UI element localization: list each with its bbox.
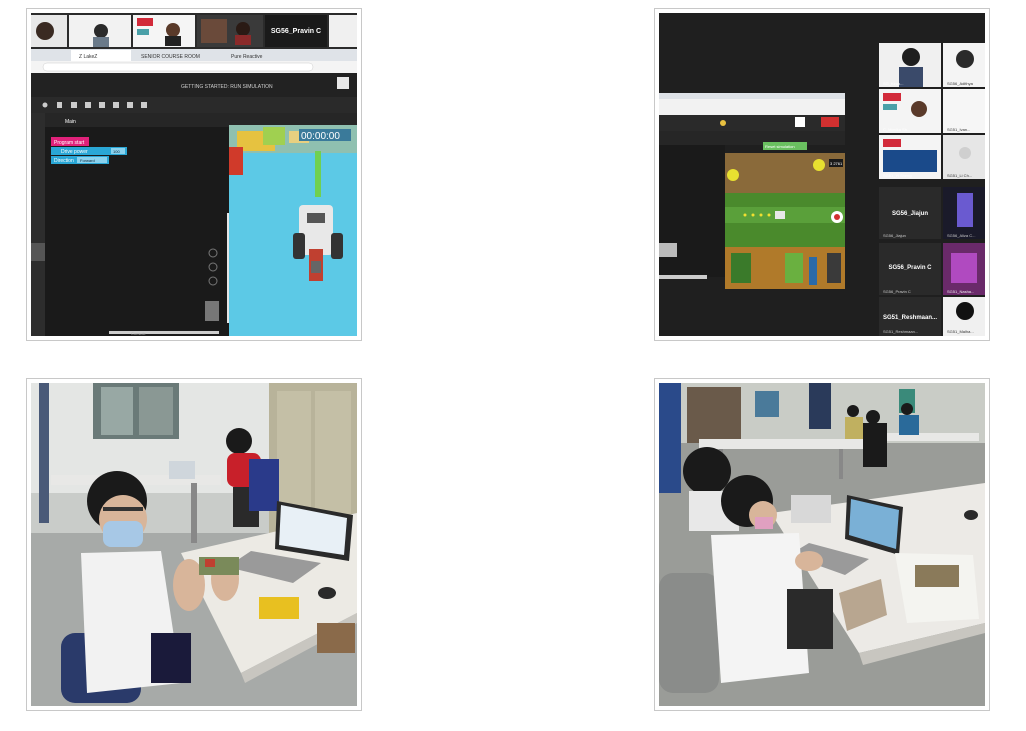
tile-name: SG56_Aliza C... xyxy=(947,233,975,238)
photo-students-at-laptop xyxy=(659,383,985,706)
tile-name: SG51_Malha... xyxy=(947,329,974,334)
participant-tile: SG51_Reshmaan... SG51_Reshmaan... xyxy=(879,297,941,336)
participant-tile: C_Monika Sh... xyxy=(879,89,941,133)
block-drive[interactable]: Drive power xyxy=(61,149,88,155)
participant-tile: SG51_Malha... xyxy=(943,297,985,336)
browser-tab-label[interactable]: Pure Reactive xyxy=(231,54,263,60)
participant-tile: SG56_Aliza C... xyxy=(943,187,985,239)
footer-label: Console xyxy=(131,331,146,336)
participant-tile: SG51_Yi Sheng xyxy=(879,135,941,179)
tile-name: SG56_Jiajun xyxy=(883,233,906,238)
block-program-start[interactable]: Program start xyxy=(54,140,85,146)
toolbar-title: GETTING STARTED: RUN SIMULATION xyxy=(181,84,273,90)
speaker-tile: SG56_Pravin C xyxy=(265,15,327,47)
tile-big-name: SG56_Jiajun xyxy=(892,211,928,217)
participant-tile: SG51_Li Ch... xyxy=(943,135,985,179)
photo-frame-top-left: SG56_Pravin C Z LakeZ SENIOR COURSE ROOM… xyxy=(26,8,362,341)
timer: 00:00:00 xyxy=(301,131,340,142)
photo-frame-top-right: Reset simulation 3 2761 SG_Kiruk... SG56… xyxy=(654,8,990,341)
tile-name: SG_Kiruk... xyxy=(883,81,903,86)
participant-tile: SG56_Jiajun SG56_Jiajun xyxy=(879,187,941,239)
participant-tile: SG_Kiruk... xyxy=(879,43,941,87)
tile-name: SG56_Adithya xyxy=(947,81,974,86)
tile-big-name: SG56_Pravin C xyxy=(888,265,932,271)
tile-name: SG51_Nasha... xyxy=(947,289,974,294)
screenshot-coding-simulation: SG56_Pravin C Z LakeZ SENIOR COURSE ROOM… xyxy=(31,13,357,336)
photo-frame-bottom-left xyxy=(26,378,362,711)
tile-big-name: SG51_Reshmaan... xyxy=(883,315,937,321)
participant-tile xyxy=(31,15,67,47)
block-direction-value[interactable]: Forward xyxy=(80,158,95,163)
browser-tab-label[interactable]: Z LakeZ xyxy=(79,54,97,60)
photo-student-with-robot xyxy=(31,383,357,706)
tile-name: SG51_Reshmaan... xyxy=(883,329,918,334)
participant-tile: SG51_Ivan... xyxy=(943,89,985,133)
browser-tab-label[interactable]: SENIOR COURSE ROOM xyxy=(141,54,200,60)
participant-tile xyxy=(133,15,195,47)
participant-tile: SG51_Nasha... xyxy=(943,243,985,295)
participant-tile xyxy=(197,15,263,47)
screenshot-zoom-gallery: Reset simulation 3 2761 SG_Kiruk... SG56… xyxy=(659,13,985,336)
panel-tab[interactable]: Main xyxy=(65,119,76,125)
tile-name: SG56_Pravin C xyxy=(883,289,911,294)
run-button[interactable]: Reset simulation xyxy=(765,144,795,149)
participant-tile: SG56_Adithya xyxy=(943,43,985,87)
tile-name: SG51_Ivan... xyxy=(947,127,970,132)
speaker-name: SG56_Pravin C xyxy=(271,28,321,35)
tile-name: SG51_Yi Sheng xyxy=(883,173,912,178)
block-power-value[interactable]: 100 xyxy=(113,149,120,154)
tile-name: SG51_Li Ch... xyxy=(947,173,972,178)
score: 3 2761 xyxy=(830,161,843,166)
participant-tile xyxy=(69,15,131,47)
photo-frame-bottom-right xyxy=(654,378,990,711)
block-direction[interactable]: Direction xyxy=(54,158,74,164)
participant-tile: SG56_Pravin C SG56_Pravin C xyxy=(879,243,941,295)
tile-name: C_Monika Sh... xyxy=(883,127,910,132)
